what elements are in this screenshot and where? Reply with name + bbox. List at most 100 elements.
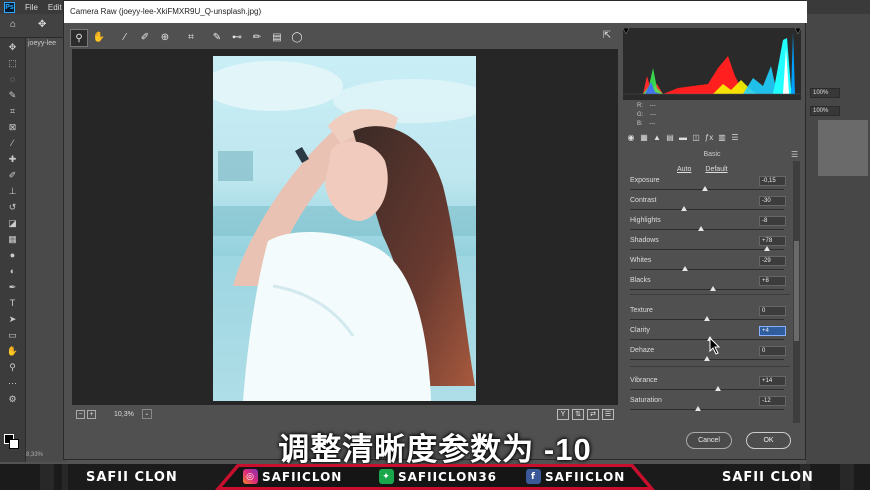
slider-value-field[interactable]: 0	[759, 346, 786, 356]
presets-icon[interactable]: ☰	[730, 133, 740, 147]
facebook-handle[interactable]: f SAFIICLON	[526, 469, 625, 484]
stamp-tool-icon[interactable]: ⊥	[4, 184, 22, 198]
tone-curve-icon[interactable]: ▦	[639, 133, 649, 147]
white-balance-icon[interactable]: ⁄	[116, 29, 134, 47]
hand-icon[interactable]: ✋	[90, 29, 108, 47]
slider-knob[interactable]	[694, 406, 701, 411]
swap-before-after-icon[interactable]: ⇅	[572, 408, 584, 420]
slider-track[interactable]	[630, 229, 784, 230]
slider-highlights[interactable]: Highlights -8	[630, 216, 786, 234]
slider-knob[interactable]	[704, 356, 710, 361]
zoom-in-button[interactable]: +	[87, 409, 96, 419]
before-after-y-button[interactable]: Y	[557, 408, 569, 420]
type-tool-icon[interactable]: T	[4, 296, 22, 310]
red-eye-icon[interactable]: ⊷	[228, 29, 246, 47]
healing-tool-icon[interactable]: ✚	[4, 152, 22, 166]
instagram-handle[interactable]: ◎ SAFIICLON	[243, 469, 342, 484]
quick-select-tool-icon[interactable]: ✎	[4, 88, 22, 102]
slider-knob[interactable]	[697, 226, 704, 231]
blur-tool-icon[interactable]: ●	[4, 248, 22, 262]
slider-knob[interactable]	[682, 266, 689, 271]
slider-knob[interactable]	[764, 246, 771, 251]
slider-blacks[interactable]: Blacks +8	[630, 276, 786, 294]
fill-field[interactable]: 100%	[810, 106, 840, 116]
slider-whites[interactable]: Whites -29	[630, 256, 786, 274]
history-brush-icon[interactable]: ↺	[4, 200, 22, 214]
hsl-panel-icon[interactable]: ▤	[665, 133, 675, 147]
spot-removal-icon[interactable]: ✎	[208, 29, 226, 47]
slider-exposure[interactable]: Exposure -0,15	[630, 176, 786, 194]
slider-track[interactable]	[630, 389, 784, 390]
zoom-dropdown-icon[interactable]: ⌄	[141, 409, 152, 419]
effects-panel-icon[interactable]: ƒx	[704, 133, 714, 147]
dodge-tool-icon[interactable]: ◐	[4, 264, 22, 278]
copy-settings-icon[interactable]: ⇄	[587, 408, 599, 420]
basic-panel-icon[interactable]: ◉	[626, 133, 636, 147]
opacity-field[interactable]: 100%	[810, 88, 840, 98]
slider-knob[interactable]	[714, 386, 721, 391]
slider-value-field[interactable]: -12	[759, 396, 786, 406]
slider-value-field[interactable]: +14	[759, 376, 786, 386]
radial-filter-icon[interactable]: ◯	[288, 29, 306, 47]
slider-value-field[interactable]: -0,15	[759, 176, 786, 186]
lasso-tool-icon[interactable]: ◌	[4, 72, 22, 86]
graduated-filter-icon[interactable]: ▤	[268, 29, 286, 47]
panel-scrollbar-thumb[interactable]	[794, 241, 799, 341]
slider-track[interactable]	[630, 209, 784, 210]
slider-knob[interactable]	[702, 186, 709, 191]
slider-vibrance[interactable]: Vibrance +14	[630, 376, 786, 394]
preview-canvas[interactable]	[72, 49, 618, 405]
hand-tool-icon[interactable]: ✋	[4, 344, 22, 358]
frame-tool-icon[interactable]: ⊠	[4, 120, 22, 134]
zoom-out-button[interactable]: −	[76, 409, 85, 419]
slider-track[interactable]	[630, 249, 784, 250]
eyedropper-tool-icon[interactable]: ⁄	[4, 136, 22, 150]
lens-corrections-icon[interactable]: ◫	[691, 133, 701, 147]
slider-value-field[interactable]: -29	[759, 256, 786, 266]
slider-value-field[interactable]: -30	[759, 196, 786, 206]
menu-file[interactable]: File	[25, 3, 38, 12]
slider-knob[interactable]	[680, 206, 687, 211]
move-tool-icon[interactable]: ✥	[38, 19, 46, 30]
color-sampler-icon[interactable]: ✐	[136, 29, 154, 47]
slider-knob[interactable]	[710, 286, 717, 291]
slider-value-field[interactable]: +78	[759, 236, 786, 246]
slider-track[interactable]	[630, 289, 784, 290]
open-preferences-icon[interactable]: ⇱	[599, 30, 615, 46]
home-icon[interactable]: ⌂	[10, 19, 16, 30]
document-tab[interactable]: joeyy-lee	[28, 40, 56, 47]
slider-clarity[interactable]: Clarity +4	[630, 326, 786, 344]
more-tools-icon[interactable]: ⋯	[4, 376, 22, 390]
slider-dehaze[interactable]: Dehaze 0	[630, 346, 786, 364]
default-link[interactable]: Default	[705, 166, 727, 173]
marquee-tool-icon[interactable]: ⬚	[4, 56, 22, 70]
move-tool-icon[interactable]: ✥	[4, 40, 22, 54]
eraser-tool-icon[interactable]: ◪	[4, 216, 22, 230]
gradient-tool-icon[interactable]: ▦	[4, 232, 22, 246]
crop-tool-icon[interactable]: ⌗	[4, 104, 22, 118]
slider-shadows[interactable]: Shadows +78	[630, 236, 786, 254]
slider-value-field[interactable]: +8	[759, 276, 786, 286]
preview-settings-icon[interactable]: ☰	[602, 408, 614, 420]
menu-edit[interactable]: Edit	[48, 3, 62, 12]
pen-tool-icon[interactable]: ✒	[4, 280, 22, 294]
slider-saturation[interactable]: Saturation -12	[630, 396, 786, 414]
slider-value-field[interactable]: 0	[759, 306, 786, 316]
split-toning-icon[interactable]: ▬	[678, 133, 688, 147]
crop-icon[interactable]: ⌗	[182, 29, 200, 47]
slider-value-field[interactable]: +4	[759, 326, 786, 336]
edit-toolbar-icon[interactable]: ⚙	[4, 392, 22, 406]
detail-panel-icon[interactable]: ▲	[652, 133, 662, 147]
panel-scrollbar[interactable]	[793, 161, 800, 423]
slider-track[interactable]	[630, 269, 784, 270]
slider-knob[interactable]	[704, 316, 710, 321]
slider-texture[interactable]: Texture 0	[630, 306, 786, 324]
slider-contrast[interactable]: Contrast -30	[630, 196, 786, 214]
other-handle[interactable]: ✦ SAFIICLON36	[379, 469, 497, 484]
brush-tool-icon[interactable]: ✐	[4, 168, 22, 182]
slider-track[interactable]	[630, 409, 784, 410]
zoom-icon[interactable]: ⚲	[70, 29, 88, 47]
layer-thumbnail[interactable]	[818, 120, 868, 176]
calibration-icon[interactable]: ▥	[717, 133, 727, 147]
zoom-tool-icon[interactable]: ⚲	[4, 360, 22, 374]
